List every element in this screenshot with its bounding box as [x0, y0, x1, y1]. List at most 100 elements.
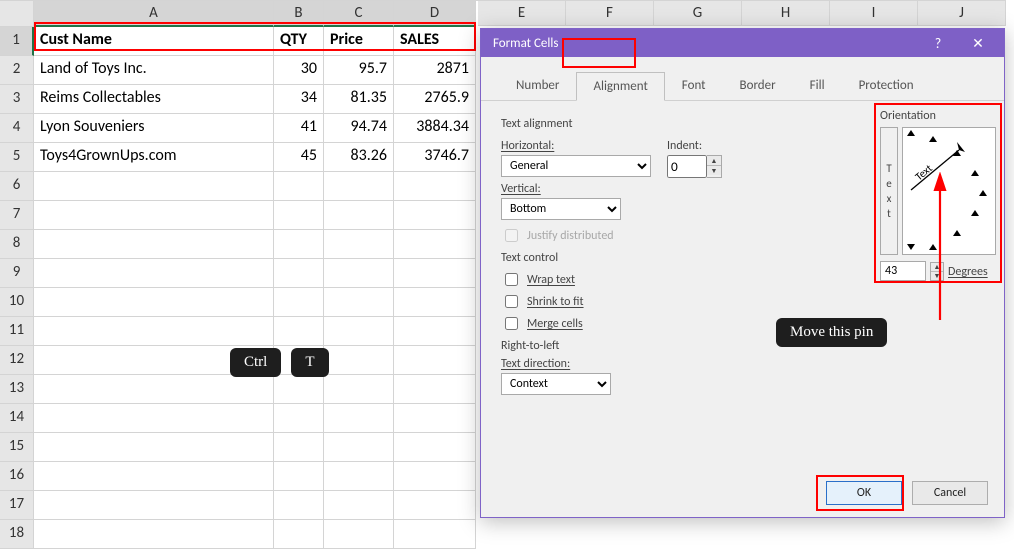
cell-blank[interactable]: [34, 433, 274, 462]
cell-blank[interactable]: [34, 172, 274, 201]
tab-font[interactable]: Font: [665, 71, 723, 100]
cell-d2[interactable]: 2871: [394, 56, 476, 85]
row-header-4[interactable]: 4: [0, 114, 34, 143]
cell-blank[interactable]: [34, 520, 274, 549]
row-header-1[interactable]: 1: [0, 27, 34, 56]
cell-blank[interactable]: [324, 462, 394, 491]
tab-fill[interactable]: Fill: [793, 71, 842, 100]
row-header-9[interactable]: 9: [0, 259, 34, 288]
cell-blank[interactable]: [274, 201, 324, 230]
cell-blank[interactable]: [274, 462, 324, 491]
row-header-3[interactable]: 3: [0, 85, 34, 114]
cell-blank[interactable]: [34, 259, 274, 288]
close-icon[interactable]: ✕: [958, 35, 998, 52]
cell-blank[interactable]: [394, 462, 476, 491]
cell-blank[interactable]: [34, 317, 274, 346]
cell-blank[interactable]: [324, 288, 394, 317]
cell-blank[interactable]: [34, 201, 274, 230]
column-header-a[interactable]: A: [34, 1, 274, 27]
row-header-6[interactable]: 6: [0, 172, 34, 201]
cell-blank[interactable]: [324, 404, 394, 433]
cell-c2[interactable]: 95.7: [324, 56, 394, 85]
orientation-dial[interactable]: Text: [902, 127, 996, 255]
cell-a2[interactable]: Land of Toys Inc.: [34, 56, 274, 85]
row-header-16[interactable]: 16: [0, 462, 34, 491]
cell-blank[interactable]: [324, 433, 394, 462]
cell-blank[interactable]: [324, 520, 394, 549]
shrink-to-fit-checkbox[interactable]: [505, 295, 518, 308]
column-header-j[interactable]: J: [918, 0, 1006, 26]
deg-down-icon[interactable]: ▼: [931, 272, 943, 280]
cell-blank[interactable]: [274, 520, 324, 549]
tab-alignment[interactable]: Alignment: [576, 72, 664, 101]
tab-protection[interactable]: Protection: [842, 71, 931, 100]
cell-blank[interactable]: [274, 375, 324, 404]
cell-blank[interactable]: [274, 317, 324, 346]
cell-blank[interactable]: [34, 375, 274, 404]
degrees-input[interactable]: [880, 261, 926, 281]
row-header-17[interactable]: 17: [0, 491, 34, 520]
cell-blank[interactable]: [394, 201, 476, 230]
cell-c1[interactable]: Price: [324, 27, 394, 56]
cell-blank[interactable]: [324, 375, 394, 404]
cell-blank[interactable]: [274, 259, 324, 288]
cell-blank[interactable]: [324, 172, 394, 201]
cell-d3[interactable]: 2765.9: [394, 85, 476, 114]
cell-b1[interactable]: QTY: [274, 27, 324, 56]
column-header-d[interactable]: D: [394, 1, 476, 27]
indent-value[interactable]: [667, 155, 707, 178]
cell-c4[interactable]: 94.74: [324, 114, 394, 143]
column-header-f[interactable]: F: [566, 0, 654, 26]
select-all-corner[interactable]: [0, 1, 34, 27]
horizontal-select[interactable]: General: [501, 155, 651, 177]
row-header-10[interactable]: 10: [0, 288, 34, 317]
cell-blank[interactable]: [394, 375, 476, 404]
dialog-titlebar[interactable]: Format Cells ? ✕: [481, 29, 1004, 57]
cell-b3[interactable]: 34: [274, 85, 324, 114]
cell-blank[interactable]: [274, 433, 324, 462]
row-header-15[interactable]: 15: [0, 433, 34, 462]
cell-blank[interactable]: [34, 491, 274, 520]
vertical-select[interactable]: Bottom: [501, 198, 621, 220]
cell-blank[interactable]: [34, 404, 274, 433]
column-header-h[interactable]: H: [742, 0, 830, 26]
cell-blank[interactable]: [34, 462, 274, 491]
column-header-g[interactable]: G: [654, 0, 742, 26]
ok-button[interactable]: OK: [826, 481, 902, 505]
row-header-12[interactable]: 12: [0, 346, 34, 375]
cell-blank[interactable]: [394, 172, 476, 201]
column-header-i[interactable]: I: [830, 0, 918, 26]
cell-a1[interactable]: Cust Name: [34, 27, 274, 56]
orientation-vertical-button[interactable]: Text: [880, 127, 898, 255]
row-header-11[interactable]: 11: [0, 317, 34, 346]
cell-a5[interactable]: Toys4GrownUps.com: [34, 143, 274, 172]
column-header-e[interactable]: E: [478, 0, 566, 26]
column-header-b[interactable]: B: [274, 1, 324, 27]
cell-blank[interactable]: [274, 230, 324, 259]
cell-blank[interactable]: [394, 259, 476, 288]
cell-blank[interactable]: [324, 491, 394, 520]
cell-d1[interactable]: SALES: [394, 27, 476, 56]
row-header-14[interactable]: 14: [0, 404, 34, 433]
cell-blank[interactable]: [34, 230, 274, 259]
tab-number[interactable]: Number: [499, 71, 576, 100]
row-header-2[interactable]: 2: [0, 56, 34, 85]
merge-cells-checkbox[interactable]: [505, 317, 518, 330]
cell-blank[interactable]: [394, 346, 476, 375]
cell-a3[interactable]: Reims Collectables: [34, 85, 274, 114]
cell-blank[interactable]: [34, 288, 274, 317]
column-header-c[interactable]: C: [324, 1, 394, 27]
cell-blank[interactable]: [324, 201, 394, 230]
cancel-button[interactable]: Cancel: [912, 481, 988, 505]
cell-b4[interactable]: 41: [274, 114, 324, 143]
row-header-18[interactable]: 18: [0, 520, 34, 549]
cell-blank[interactable]: [324, 346, 394, 375]
cell-blank[interactable]: [274, 491, 324, 520]
cell-c5[interactable]: 83.26: [324, 143, 394, 172]
cell-blank[interactable]: [394, 288, 476, 317]
tab-border[interactable]: Border: [723, 71, 793, 100]
cell-blank[interactable]: [324, 317, 394, 346]
cell-b2[interactable]: 30: [274, 56, 324, 85]
cell-blank[interactable]: [394, 433, 476, 462]
indent-spinner[interactable]: ▲▼: [667, 155, 722, 178]
